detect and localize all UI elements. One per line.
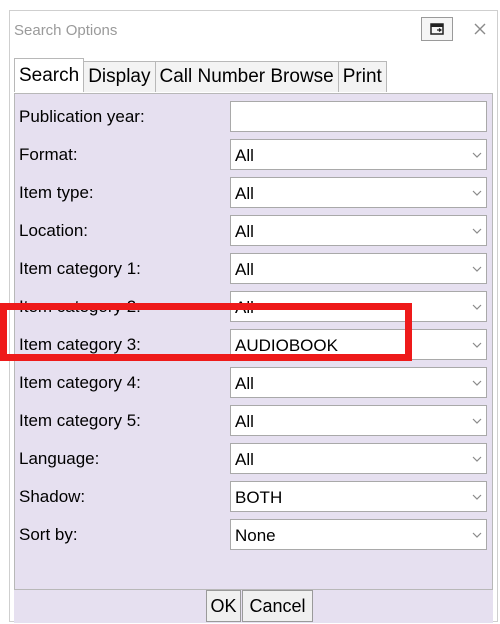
- language-label: Language:: [19, 449, 100, 468]
- language-value: All: [235, 450, 254, 469]
- tab-bar: Search Display Call Number Browse Print: [14, 58, 387, 93]
- chevron-down-icon[interactable]: [467, 330, 486, 359]
- row-item-category-2: Item category 2: All: [15, 288, 492, 324]
- item-type-value: All: [235, 184, 254, 203]
- item-category-3-label: Item category 3:: [19, 335, 141, 354]
- shadow-select[interactable]: BOTH: [230, 481, 487, 512]
- row-publication-year: Publication year:: [15, 98, 492, 134]
- row-item-category-5: Item category 5: All: [15, 402, 492, 438]
- row-item-type: Item type: All: [15, 174, 492, 210]
- chevron-down-icon[interactable]: [467, 178, 486, 207]
- item-type-label: Item type:: [19, 183, 94, 202]
- row-location: Location: All: [15, 212, 492, 248]
- item-category-1-select[interactable]: All: [230, 253, 487, 284]
- format-select[interactable]: All: [230, 139, 487, 170]
- row-shadow: Shadow: BOTH: [15, 478, 492, 514]
- search-options-dialog: Search Options Search Display Call Numbe…: [9, 10, 498, 623]
- item-category-4-value: All: [235, 374, 254, 393]
- item-category-4-select[interactable]: All: [230, 367, 487, 398]
- location-select[interactable]: All: [230, 215, 487, 246]
- row-format: Format: All: [15, 136, 492, 172]
- item-category-2-label: Item category 2:: [19, 297, 141, 316]
- chevron-down-icon[interactable]: [467, 444, 486, 473]
- sort-by-select[interactable]: None: [230, 519, 487, 550]
- format-value: All: [235, 146, 254, 165]
- item-category-5-select[interactable]: All: [230, 405, 487, 436]
- shadow-label: Shadow:: [19, 487, 86, 506]
- tab-print[interactable]: Print: [337, 61, 387, 92]
- item-category-2-value: All: [235, 298, 254, 317]
- language-select[interactable]: All: [230, 443, 487, 474]
- item-category-4-label: Item category 4:: [19, 373, 141, 392]
- chevron-down-icon[interactable]: [467, 140, 486, 169]
- shadow-value: BOTH: [235, 488, 283, 507]
- chevron-down-icon[interactable]: [467, 292, 486, 321]
- chevron-down-icon[interactable]: [467, 406, 486, 435]
- close-icon: [474, 23, 486, 35]
- publication-year-label: Publication year:: [19, 107, 145, 126]
- close-button[interactable]: [464, 17, 496, 41]
- restore-button[interactable]: [421, 17, 453, 41]
- row-item-category-4: Item category 4: All: [15, 364, 492, 400]
- tab-search[interactable]: Search: [14, 58, 85, 92]
- ok-button[interactable]: OK: [206, 590, 241, 622]
- location-value: All: [235, 222, 254, 241]
- restore-window-icon: [430, 23, 444, 35]
- item-category-1-label: Item category 1:: [19, 259, 141, 278]
- chevron-down-icon[interactable]: [467, 520, 486, 549]
- sort-by-value: None: [235, 526, 276, 545]
- sort-by-label: Sort by:: [19, 525, 78, 544]
- item-category-2-select[interactable]: All: [230, 291, 487, 322]
- item-category-3-value: AUDIOBOOK: [235, 336, 338, 355]
- search-panel: Publication year: Format: All Item type:…: [14, 93, 493, 590]
- row-item-category-1: Item category 1: All: [15, 250, 492, 286]
- location-label: Location:: [19, 221, 88, 240]
- tab-call-number-browse[interactable]: Call Number Browse: [154, 61, 339, 92]
- format-label: Format:: [19, 145, 78, 164]
- item-category-1-value: All: [235, 260, 254, 279]
- item-category-5-value: All: [235, 412, 254, 431]
- cancel-button[interactable]: Cancel: [242, 590, 313, 622]
- background-strip: [0, 0, 9, 624]
- chevron-down-icon[interactable]: [467, 368, 486, 397]
- title-bar: Search Options: [10, 11, 497, 49]
- tab-display[interactable]: Display: [83, 61, 156, 92]
- item-type-select[interactable]: All: [230, 177, 487, 208]
- chevron-down-icon[interactable]: [467, 482, 486, 511]
- button-bar: OK Cancel: [14, 590, 493, 623]
- item-category-3-select[interactable]: AUDIOBOOK: [230, 329, 487, 360]
- window-title: Search Options: [14, 22, 118, 39]
- chevron-down-icon[interactable]: [467, 254, 486, 283]
- row-item-category-3: Item category 3: AUDIOBOOK: [15, 326, 492, 362]
- publication-year-input[interactable]: [230, 101, 487, 132]
- item-category-5-label: Item category 5:: [19, 411, 141, 430]
- chevron-down-icon[interactable]: [467, 216, 486, 245]
- row-language: Language: All: [15, 440, 492, 476]
- row-sort-by: Sort by: None: [15, 516, 492, 552]
